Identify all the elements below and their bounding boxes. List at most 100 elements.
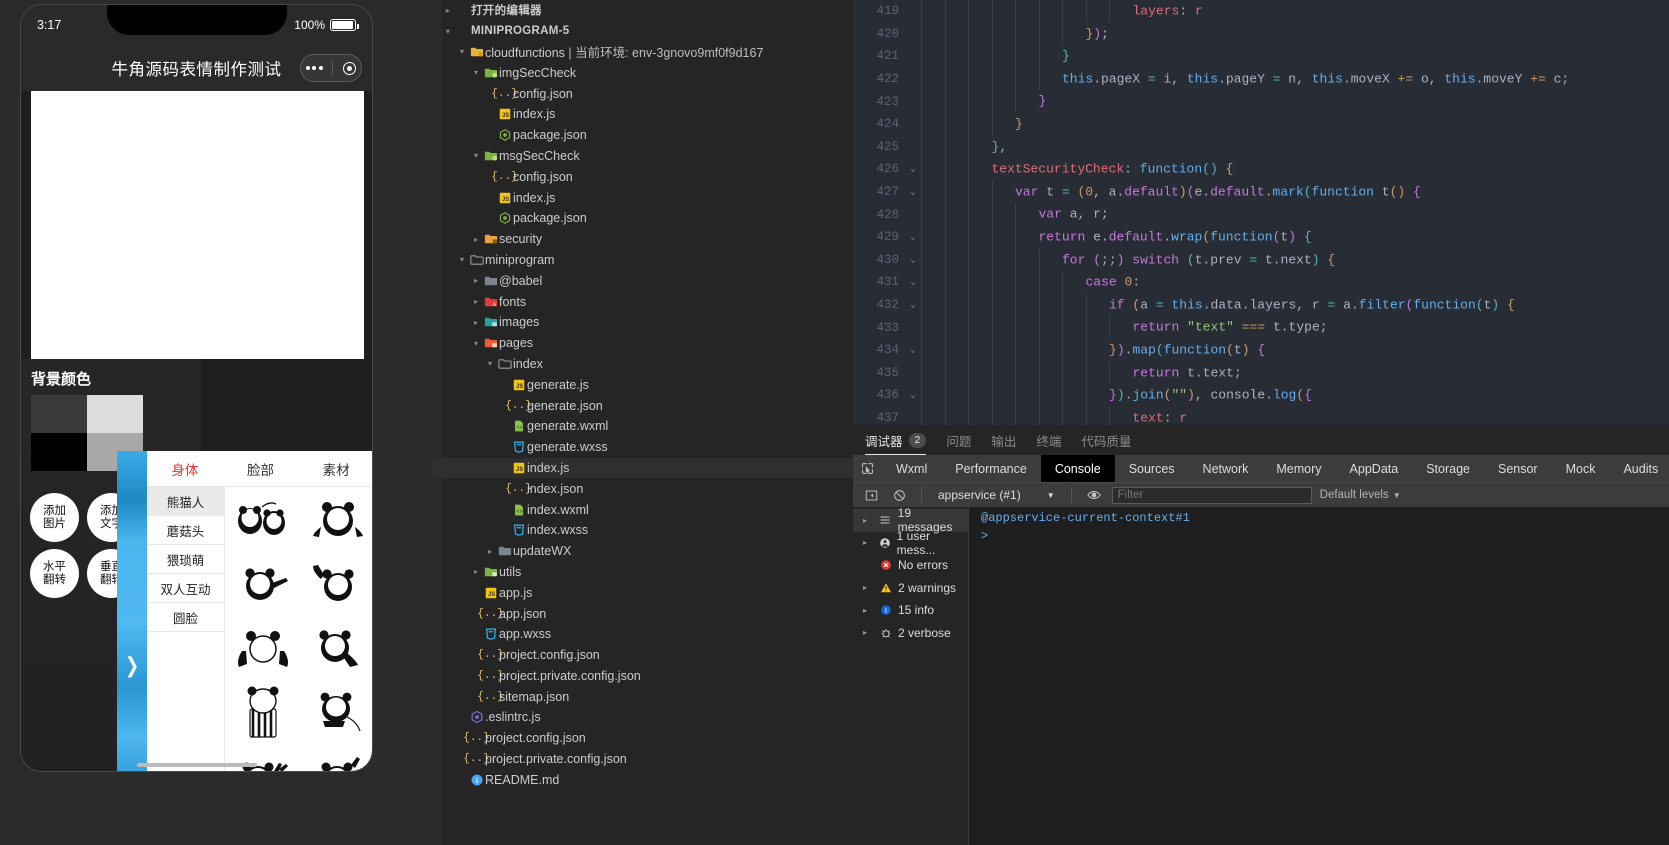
fold-toggle-icon[interactable]: ⌄ bbox=[905, 164, 921, 174]
console-output[interactable]: @appservice-current-context#1 > bbox=[969, 507, 1669, 845]
drawer-toggle-strip[interactable]: ❯ bbox=[117, 451, 147, 771]
chevron-right-icon[interactable]: ❯ bbox=[125, 654, 139, 679]
explorer-row[interactable]: ▸JSgenerate.js bbox=[432, 374, 853, 395]
chevron-right-icon[interactable]: ▸ bbox=[863, 628, 873, 637]
code-line[interactable]: 422 this.pageX = i, this.pageY = n, this.… bbox=[853, 67, 1669, 91]
category-roundface[interactable]: 圆脸 bbox=[147, 603, 224, 632]
chevron-right-icon[interactable]: ▸ bbox=[863, 606, 873, 615]
explorer-row[interactable]: ▸{..}project.config.json bbox=[432, 728, 853, 749]
sticker-item[interactable] bbox=[302, 553, 373, 615]
close-circle-icon[interactable] bbox=[343, 61, 357, 75]
sticker-item[interactable] bbox=[302, 489, 373, 551]
chevron-down-icon[interactable]: ▾ bbox=[456, 47, 468, 56]
explorer-row[interactable]: ▸{..}config.json bbox=[432, 166, 853, 187]
explorer-row[interactable]: ▾ msgSecCheck bbox=[432, 146, 853, 167]
chevron-down-icon[interactable]: ▾ bbox=[484, 359, 496, 368]
chevron-down-icon[interactable]: ▾ bbox=[442, 27, 454, 36]
explorer-row[interactable]: ▾ miniprogram bbox=[432, 250, 853, 271]
explorer-row[interactable]: ▾ cloudfunctions | 当前环境: env-3gnovo9mf0f9… bbox=[432, 42, 853, 63]
explorer-row[interactable]: ▸app.wxss bbox=[432, 624, 853, 645]
console-levels-selector[interactable]: Default levels ▼ bbox=[1320, 489, 1401, 501]
code-line[interactable]: 436 ⌄}).join(""), console.log({ bbox=[853, 384, 1669, 407]
explorer-row[interactable]: ▾ MINIPROGRAM-5 bbox=[432, 21, 853, 42]
explorer-row[interactable]: ▸ images bbox=[432, 312, 853, 333]
chevron-down-icon[interactable]: ▾ bbox=[470, 151, 482, 160]
console-message-row[interactable]: ▸ 1 user mess... bbox=[853, 529, 968, 557]
panel-tab[interactable]: 问题 bbox=[946, 425, 971, 455]
category-panda[interactable]: 熊猫人 bbox=[147, 487, 224, 516]
console-message-row[interactable]: ▸ i 15 info bbox=[853, 599, 968, 622]
chevron-right-icon[interactable]: ▸ bbox=[863, 583, 873, 592]
chevron-right-icon[interactable]: ▸ bbox=[470, 567, 482, 576]
sticker-item[interactable] bbox=[227, 553, 300, 615]
explorer-row[interactable]: ▸package.json bbox=[432, 208, 853, 229]
add-image-button[interactable]: 添加 图片 bbox=[30, 493, 79, 542]
code-line[interactable]: 435 return t.text; bbox=[853, 361, 1669, 385]
tab-face[interactable]: 脸部 bbox=[223, 459, 299, 479]
explorer-row[interactable]: ▸ Afonts bbox=[432, 291, 853, 312]
code-line[interactable]: 426 ⌄ textSecurityCheck: function() { bbox=[853, 158, 1669, 181]
devtools-tab[interactable]: Sources bbox=[1115, 455, 1189, 482]
file-explorer[interactable]: ▸ 打开的编辑器 ▾ MINIPROGRAM-5 ▾ cloudfunctions | 当… bbox=[432, 0, 853, 845]
swatch-2[interactable] bbox=[31, 433, 87, 471]
sticker-item[interactable] bbox=[227, 489, 300, 551]
code-editor[interactable]: 419 layers: r 420}); 421} 422 this.pageX = i,… bbox=[853, 0, 1669, 425]
chevron-right-icon[interactable]: ▸ bbox=[470, 276, 482, 285]
devtools-tab[interactable]: AppData bbox=[1336, 455, 1413, 482]
console-context-selector[interactable]: appservice (#1) ▼ bbox=[934, 488, 1059, 502]
console-message-row[interactable]: No errors bbox=[853, 554, 968, 577]
code-line[interactable]: 434 ⌄}).map(function(t) { bbox=[853, 338, 1669, 362]
explorer-row[interactable]: ▸ updateWX bbox=[432, 541, 853, 562]
explorer-row[interactable]: ▸index.wxss bbox=[432, 520, 853, 541]
emoji-canvas-area[interactable]: 背景颜色 添加 图片 添加 文字 水平 翻转 垂直 翻转 ❯ 身体 脸部 素材 … bbox=[21, 91, 373, 771]
code-line[interactable]: 425}, bbox=[853, 135, 1669, 159]
explorer-row[interactable]: ▸{..}app.json bbox=[432, 603, 853, 624]
category-duo[interactable]: 双人互动 bbox=[147, 574, 224, 603]
code-line[interactable]: 424} bbox=[853, 112, 1669, 136]
panel-tab[interactable]: 终端 bbox=[1036, 425, 1061, 455]
swatch-0[interactable] bbox=[31, 395, 87, 433]
sticker-item[interactable] bbox=[302, 617, 373, 679]
fold-toggle-icon[interactable]: ⌄ bbox=[905, 187, 921, 197]
code-lines[interactable]: 419 layers: r 420}); 421} 422 this.pageX = i,… bbox=[853, 0, 1669, 425]
code-line[interactable]: 428 var a, r; bbox=[853, 203, 1669, 226]
explorer-row[interactable]: ▸{..}project.config.json bbox=[432, 645, 853, 666]
levels-chevron-down-icon[interactable]: ▼ bbox=[1393, 491, 1401, 500]
code-line[interactable]: 437 text: r bbox=[853, 406, 1669, 425]
explorer-row[interactable]: ▸JSindex.js bbox=[432, 104, 853, 125]
explorer-row[interactable]: ▸{..}index.json bbox=[432, 478, 853, 499]
console-message-sidebar[interactable]: ▸ 19 messages ▸ 1 user mess... No errors ▸ 2 w… bbox=[853, 506, 969, 845]
clear-console-icon[interactable] bbox=[889, 486, 909, 504]
panel-tab[interactable]: 输出 bbox=[991, 425, 1016, 455]
chevron-right-icon[interactable]: ▸ bbox=[470, 297, 482, 306]
chevron-down-icon[interactable]: ▾ bbox=[470, 68, 482, 77]
devtools-tab[interactable]: Sensor bbox=[1484, 455, 1552, 482]
code-line[interactable]: 421} bbox=[853, 45, 1669, 68]
chevron-right-icon[interactable]: ▸ bbox=[442, 6, 454, 15]
category-weisuo[interactable]: 猥琐萌 bbox=[147, 545, 224, 574]
devtools-tab[interactable]: Performance bbox=[941, 455, 1041, 482]
fold-toggle-icon[interactable]: ⌄ bbox=[905, 345, 921, 355]
explorer-row[interactable]: ▸JSapp.js bbox=[432, 582, 853, 603]
code-line[interactable]: 427 ⌄ var t = (0, a.default)(e.default.mar… bbox=[853, 180, 1669, 204]
explorer-row[interactable]: ▸<>generate.wxml bbox=[432, 416, 853, 437]
code-line[interactable]: 430 ⌄ for (;;) switch (t.prev = t.next) { bbox=[853, 248, 1669, 272]
inspect-element-icon[interactable] bbox=[861, 462, 874, 475]
fold-toggle-icon[interactable]: ⌄ bbox=[905, 232, 921, 242]
explorer-row[interactable]: ▸ security bbox=[432, 229, 853, 250]
code-line[interactable]: 431 ⌄ case 0: bbox=[853, 271, 1669, 294]
chevron-down-icon[interactable]: ▾ bbox=[470, 339, 482, 348]
code-line[interactable]: 419 layers: r bbox=[853, 0, 1669, 23]
explorer-row[interactable]: ▸{..}sitemap.json bbox=[432, 686, 853, 707]
chevron-right-icon[interactable]: ▸ bbox=[863, 538, 872, 547]
sticker-item[interactable] bbox=[227, 745, 300, 771]
console-filter-input[interactable] bbox=[1111, 486, 1312, 504]
chevron-right-icon[interactable]: ▸ bbox=[863, 516, 873, 525]
explorer-row[interactable]: ▸JSindex.js bbox=[432, 457, 853, 479]
code-line[interactable]: 432 ⌄ if (a = this.data.layers, r = a.filt… bbox=[853, 293, 1669, 317]
explorer-row[interactable]: ▸{..}project.private.config.json bbox=[432, 749, 853, 770]
panel-tab[interactable]: 调试器 2 bbox=[865, 425, 927, 455]
sticker-item[interactable] bbox=[302, 681, 373, 743]
panel-tab[interactable]: 代码质量 bbox=[1081, 425, 1131, 455]
console-message-row[interactable]: ▸ 2 verbose bbox=[853, 622, 968, 645]
